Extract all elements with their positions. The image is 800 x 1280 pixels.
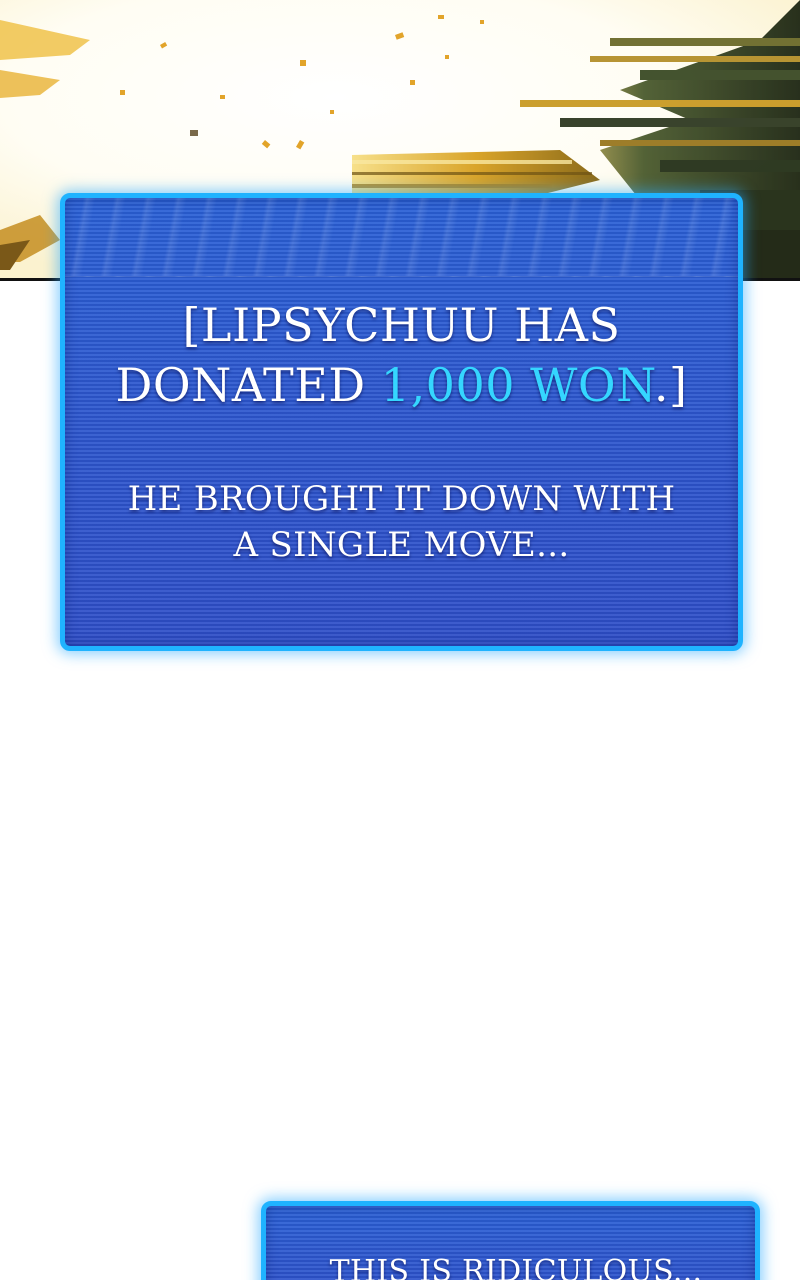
donation-chat-box: [LIPSYCHUU HAS DONATED 1,000 WON.] HE BR… — [60, 193, 743, 651]
donation-notice-line-1: [LIPSYCHUU HAS — [182, 298, 621, 352]
donation-prefix: DONATED — [115, 358, 381, 412]
box-header-streaks — [65, 198, 738, 277]
chat-message-line-1: HE BROUGHT IT DOWN WITH — [127, 479, 676, 519]
donation-notice-line-2: DONATED 1,000 WON.] — [65, 358, 738, 412]
donation-suffix: .] — [653, 358, 688, 412]
gold-block — [352, 150, 600, 195]
chat-message: THIS IS RIDICULOUS... — [329, 1254, 703, 1280]
chat-box-secondary: THIS IS RIDICULOUS... — [261, 1201, 760, 1280]
chat-message-line-2: A SINGLE MOVE... — [233, 525, 570, 565]
donation-amount: 1,000 WON — [380, 358, 654, 412]
comic-page: [LIPSYCHUU HAS DONATED 1,000 WON.] HE BR… — [0, 0, 800, 1280]
